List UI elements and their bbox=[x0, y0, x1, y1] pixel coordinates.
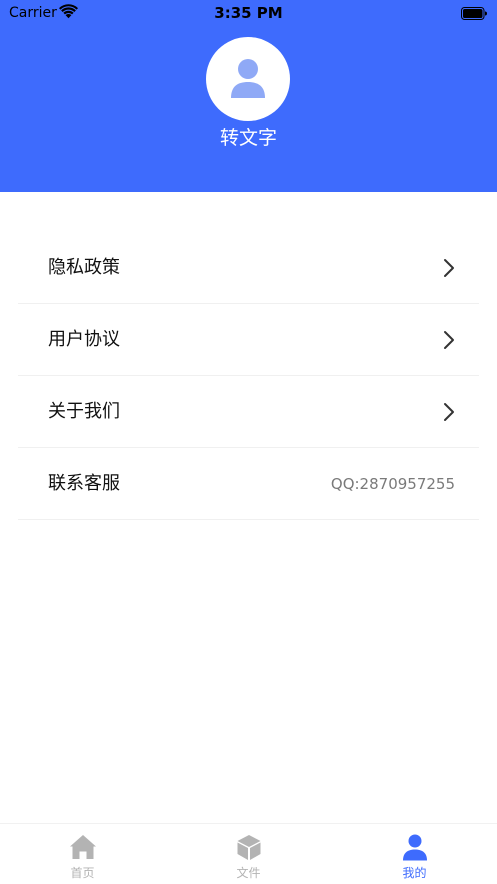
menu-item-about-us[interactable]: 关于我们 bbox=[18, 376, 479, 448]
menu-item-label: 联系客服 bbox=[48, 473, 120, 494]
status-bar: Carrier 3:35 PM bbox=[0, 0, 497, 26]
settings-menu: 隐私政策 用户协议 关于我们 联系客服 QQ:2870957255 bbox=[0, 232, 497, 520]
menu-item-label: 隐私政策 bbox=[48, 257, 120, 278]
tab-bar: 首页 文件 我的 bbox=[0, 823, 497, 884]
user-icon bbox=[231, 59, 265, 98]
menu-item-contact-support[interactable]: 联系客服 QQ:2870957255 bbox=[18, 448, 479, 520]
battery-icon bbox=[461, 5, 487, 20]
tab-label: 文件 bbox=[236, 866, 261, 880]
home-icon bbox=[69, 835, 96, 859]
tab-label: 我的 bbox=[402, 866, 427, 880]
chevron-right-icon bbox=[444, 403, 454, 421]
menu-item-label: 用户协议 bbox=[48, 329, 120, 350]
contact-qq-value: QQ:2870957255 bbox=[330, 475, 455, 493]
menu-item-user-agreement[interactable]: 用户协议 bbox=[18, 304, 479, 376]
menu-item-label: 关于我们 bbox=[48, 401, 120, 422]
chevron-right-icon bbox=[444, 259, 454, 277]
tab-mine[interactable]: 我的 bbox=[332, 824, 497, 884]
profile-header: Carrier 3:35 PM 转文字 bbox=[0, 0, 497, 192]
menu-item-privacy-policy[interactable]: 隐私政策 bbox=[18, 232, 479, 304]
avatar[interactable] bbox=[206, 37, 290, 121]
chevron-right-icon bbox=[444, 331, 454, 349]
tab-label: 首页 bbox=[70, 866, 95, 880]
tab-files[interactable]: 文件 bbox=[166, 824, 331, 884]
status-time: 3:35 PM bbox=[214, 4, 283, 22]
user-icon bbox=[402, 834, 427, 861]
cube-icon bbox=[237, 835, 260, 860]
app-name: 转文字 bbox=[219, 127, 277, 149]
tab-home[interactable]: 首页 bbox=[0, 824, 165, 884]
